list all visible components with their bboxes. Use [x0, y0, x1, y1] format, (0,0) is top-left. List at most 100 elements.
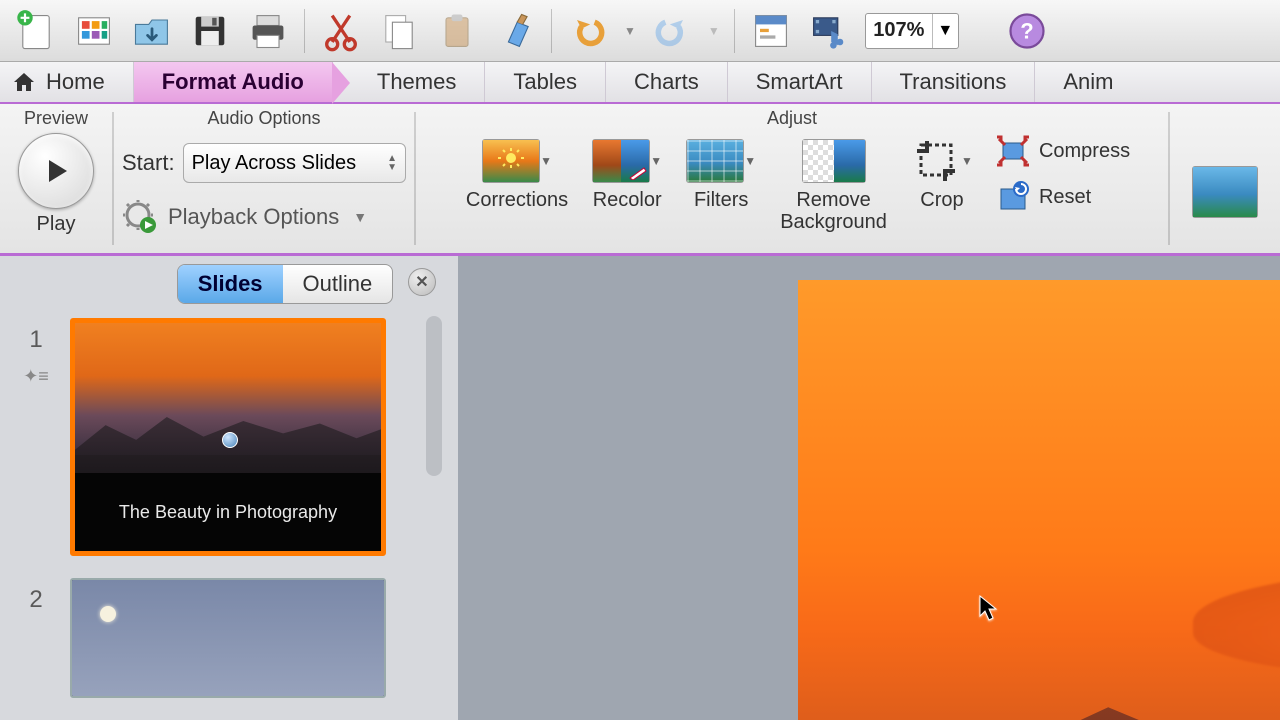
- cut-icon[interactable]: [319, 9, 363, 53]
- compress-button[interactable]: Compress: [995, 133, 1130, 169]
- slide-row-2: 2: [18, 578, 458, 698]
- redo-icon[interactable]: [650, 9, 694, 53]
- chevron-down-icon[interactable]: ▼: [744, 139, 756, 183]
- tab-label: Themes: [377, 69, 456, 95]
- tab-home[interactable]: Home: [0, 62, 134, 102]
- group-title-adjust: Adjust: [424, 106, 1160, 133]
- compress-label: Compress: [1039, 140, 1130, 163]
- zoom-value[interactable]: 107%: [866, 19, 932, 42]
- group-title-audio: Audio Options: [122, 106, 406, 133]
- tab-transitions[interactable]: Transitions: [872, 62, 1036, 102]
- corrections-button[interactable]: ▼ Corrections: [454, 133, 580, 211]
- slide-canvas[interactable]: [458, 256, 1280, 720]
- gallery-icon[interactable]: [72, 9, 116, 53]
- crop-label: Crop: [920, 189, 963, 211]
- tab-animations[interactable]: Anim: [1035, 62, 1141, 102]
- tab-charts[interactable]: Charts: [606, 62, 728, 102]
- tab-tables[interactable]: Tables: [485, 62, 606, 102]
- undo-caret[interactable]: ▼: [624, 24, 636, 38]
- print-icon[interactable]: [246, 9, 290, 53]
- scrollbar[interactable]: [426, 316, 442, 476]
- slide-thumbnail-1[interactable]: The Beauty in Photography: [70, 318, 386, 556]
- play-button[interactable]: [18, 133, 94, 209]
- picture-style-thumb[interactable]: [1192, 166, 1258, 218]
- moon-graphic: [100, 606, 116, 622]
- crop-button[interactable]: ▼ Crop: [899, 133, 985, 211]
- corrections-label: Corrections: [466, 189, 568, 211]
- outline-tab[interactable]: Outline: [283, 265, 393, 303]
- paste-icon[interactable]: [435, 9, 479, 53]
- tab-themes[interactable]: Themes: [333, 62, 485, 102]
- format-painter-icon[interactable]: [493, 9, 537, 53]
- current-slide[interactable]: [798, 280, 1280, 720]
- tab-label: Anim: [1063, 69, 1113, 95]
- animation-indicator-icon[interactable]: ✦≡: [23, 366, 49, 387]
- slide-row-1: 1 ✦≡ The Beauty in Photography: [18, 318, 458, 556]
- remove-background-icon: [802, 139, 866, 183]
- group-adjust: Adjust ▼ Corrections ▼: [416, 104, 1168, 253]
- thumbnails: 1 ✦≡ The Beauty in Photography 2: [0, 310, 458, 720]
- tab-smartart[interactable]: SmartArt: [728, 62, 872, 102]
- start-select[interactable]: Play Across Slides ▲▼: [183, 143, 406, 183]
- copy-icon[interactable]: [377, 9, 421, 53]
- reset-icon: [995, 179, 1031, 215]
- new-icon[interactable]: [14, 9, 58, 53]
- reset-label: Reset: [1039, 186, 1091, 209]
- panel-segment: Slides Outline: [177, 264, 394, 304]
- tab-label: SmartArt: [756, 69, 843, 95]
- stepper-icon[interactable]: ▲▼: [387, 154, 397, 172]
- separator: [551, 9, 552, 53]
- group-title-preview: Preview: [24, 106, 88, 133]
- svg-text:?: ?: [1020, 18, 1033, 43]
- quick-access-toolbar: ▼ ▼ 107% ▼ ?: [0, 0, 1280, 62]
- ribbon: Preview Play Audio Options Start: Play A…: [0, 104, 1280, 256]
- playback-options[interactable]: Playback Options ▼: [122, 199, 406, 235]
- cursor-icon: [978, 594, 1000, 622]
- remove-background-button[interactable]: Remove Background: [768, 133, 899, 233]
- recolor-icon: [592, 139, 650, 183]
- gear-play-icon: [122, 199, 158, 235]
- chevron-down-icon[interactable]: ▼: [540, 139, 552, 183]
- tab-home-label: Home: [46, 69, 105, 95]
- chevron-down-icon[interactable]: ▼: [650, 139, 662, 183]
- zoom-caret-icon[interactable]: ▼: [932, 14, 958, 48]
- separator: [734, 9, 735, 53]
- filters-button[interactable]: ▼ Filters: [674, 133, 768, 211]
- corrections-icon: [482, 139, 540, 183]
- compress-icon: [995, 133, 1031, 169]
- slide-thumbnail-2[interactable]: [70, 578, 386, 698]
- play-label: Play: [37, 213, 76, 236]
- recolor-button[interactable]: ▼ Recolor: [580, 133, 674, 211]
- tab-label: Transitions: [900, 69, 1007, 95]
- slides-tab-label: Slides: [198, 271, 263, 296]
- start-label: Start:: [122, 150, 175, 176]
- chevron-down-icon: ▼: [353, 209, 367, 225]
- open-icon[interactable]: [130, 9, 174, 53]
- zoom-control[interactable]: 107% ▼: [865, 13, 959, 49]
- toolbox-icon[interactable]: [749, 9, 793, 53]
- help-icon[interactable]: ?: [1005, 9, 1049, 53]
- slides-tab[interactable]: Slides: [178, 265, 283, 303]
- close-panel-button[interactable]: ✕: [408, 268, 436, 296]
- group-audio-options: Audio Options Start: Play Across Slides …: [114, 104, 414, 253]
- group-styles: [1170, 104, 1280, 253]
- workspace: Slides Outline ✕ 1 ✦≡ The Beauty in Phot…: [0, 256, 1280, 720]
- outline-tab-label: Outline: [303, 271, 373, 296]
- tab-format-audio[interactable]: Format Audio: [134, 62, 333, 102]
- tab-label: Format Audio: [162, 69, 304, 95]
- home-icon: [12, 71, 36, 93]
- save-icon[interactable]: [188, 9, 232, 53]
- crop-icon: [911, 139, 961, 183]
- chevron-down-icon[interactable]: ▼: [961, 139, 973, 183]
- reset-button[interactable]: Reset: [995, 179, 1130, 215]
- undo-icon[interactable]: [566, 9, 610, 53]
- slide-number: 2: [29, 586, 42, 614]
- media-icon[interactable]: [807, 9, 851, 53]
- ribbon-tabs: Home Format Audio Themes Tables Charts S…: [0, 62, 1280, 104]
- tab-label: Tables: [513, 69, 577, 95]
- slide-title: The Beauty in Photography: [119, 502, 337, 523]
- slide-panel: Slides Outline ✕ 1 ✦≡ The Beauty in Phot…: [0, 256, 458, 720]
- start-select-value: Play Across Slides: [192, 152, 357, 175]
- redo-caret[interactable]: ▼: [708, 24, 720, 38]
- recolor-label: Recolor: [593, 189, 662, 211]
